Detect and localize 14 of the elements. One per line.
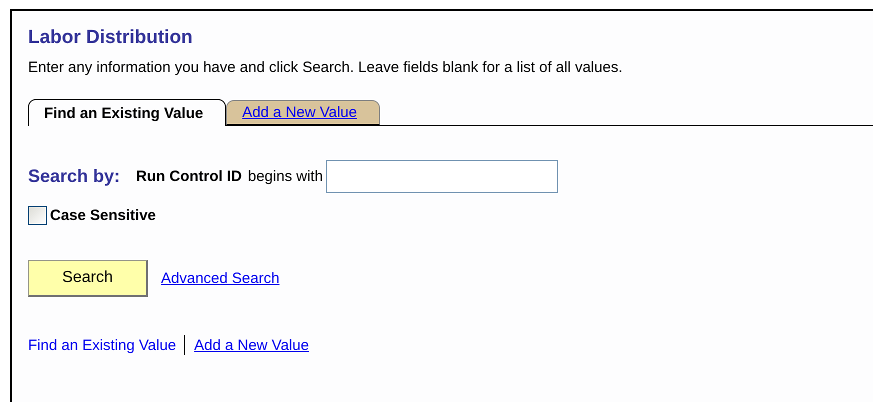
mode-link[interactable]: Add a New Value	[194, 336, 309, 354]
search-button[interactable]: Search	[28, 260, 148, 297]
checkbox-label: Case Sensitive	[50, 207, 156, 224]
page-title: Labor Distribution	[28, 27, 194, 49]
tab[interactable]: Find an Existing Value	[28, 99, 226, 126]
instructions-text: Enter any information you have and click Search. Leave fields blank for a list of all values.	[28, 59, 624, 76]
advanced-search-link[interactable]: Advanced Search	[161, 270, 280, 287]
tab[interactable]: Add a New Value	[226, 100, 380, 125]
search-by-heading: Search by:	[28, 166, 120, 187]
run-control-id-field[interactable]	[326, 160, 558, 193]
case-sensitive-checkbox[interactable]	[28, 206, 47, 225]
mode-link[interactable]: Find an Existing Value	[28, 336, 176, 354]
field-label: Run Control ID	[136, 168, 242, 185]
operator-label: begins with	[248, 168, 323, 185]
